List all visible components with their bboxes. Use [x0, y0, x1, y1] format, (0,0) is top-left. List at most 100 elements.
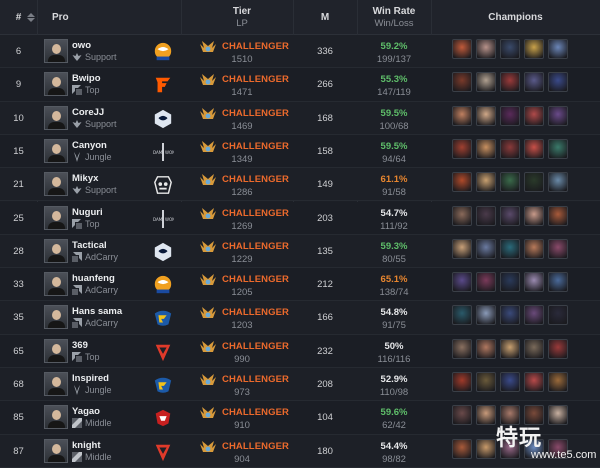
winrate-header[interactable]: Win Rate Win/Loss: [357, 0, 431, 35]
champion-icon[interactable]: [500, 138, 520, 159]
champion-icon[interactable]: [548, 72, 568, 93]
table-row[interactable]: 9 Bwipo Top CHALLENGER 1471 266 55.3% 14…: [0, 68, 600, 102]
champion-icon[interactable]: [476, 72, 496, 93]
champion-icon[interactable]: [452, 305, 472, 326]
champion-icon[interactable]: [548, 39, 568, 59]
champion-icon[interactable]: [452, 138, 472, 159]
champion-icon[interactable]: [500, 305, 520, 326]
champion-icon[interactable]: [548, 272, 568, 293]
champion-icon[interactable]: [524, 205, 544, 226]
champion-icon[interactable]: [452, 72, 472, 93]
avatar[interactable]: [44, 338, 68, 363]
champion-icon[interactable]: [548, 338, 568, 359]
champion-icon[interactable]: [548, 305, 568, 326]
avatar[interactable]: [44, 238, 68, 263]
table-row[interactable]: 21 Mikyx Support CHALLENGER 1286 149 61.…: [0, 168, 600, 202]
champion-icon[interactable]: [476, 138, 496, 159]
g2-logo-icon[interactable]: [152, 174, 174, 196]
table-row[interactable]: 65 369 Top CHALLENGER 990 232 50% 116/11…: [0, 334, 600, 368]
player-name[interactable]: Inspired: [72, 373, 109, 384]
table-row[interactable]: 28 Tactical AdCarry CHALLENGER 1229 135 …: [0, 234, 600, 269]
champion-icon[interactable]: [452, 238, 472, 259]
champion-icon[interactable]: [524, 272, 544, 293]
sort-icon[interactable]: [27, 13, 35, 22]
champion-icon[interactable]: [452, 338, 472, 359]
champion-icon[interactable]: [548, 138, 568, 159]
tes-logo-icon[interactable]: [152, 341, 174, 363]
player-name[interactable]: 369: [72, 340, 88, 351]
avatar[interactable]: [44, 372, 68, 396]
champion-icon[interactable]: [500, 205, 520, 226]
champion-icon[interactable]: [452, 205, 472, 226]
champion-icon[interactable]: [548, 205, 568, 226]
player-name[interactable]: owo: [72, 40, 91, 51]
champion-icon[interactable]: [476, 238, 496, 259]
champion-icon[interactable]: [500, 238, 520, 259]
avatar[interactable]: [44, 105, 68, 130]
champion-icon[interactable]: [524, 372, 544, 392]
avatar[interactable]: [44, 172, 68, 197]
champion-icon[interactable]: [500, 105, 520, 126]
table-row[interactable]: 35 Hans sama AdCarry CHALLENGER 1203 166…: [0, 301, 600, 335]
liquid-logo-icon[interactable]: [152, 241, 174, 263]
matches-header[interactable]: M: [293, 0, 357, 35]
rogue-logo-icon[interactable]: [152, 374, 174, 396]
player-name[interactable]: Tactical: [72, 240, 107, 251]
champion-icon[interactable]: [548, 172, 568, 193]
pro-header[interactable]: Pro: [52, 0, 72, 35]
champion-icon[interactable]: [476, 305, 496, 326]
suning-logo-icon[interactable]: [152, 274, 174, 296]
table-row[interactable]: 6 owo Support CHALLENGER 1510 336 59.2% …: [0, 35, 600, 69]
table-row[interactable]: 15 Canyon Jungle DAM WON CHALLENGER 1349 …: [0, 134, 600, 169]
champion-icon[interactable]: [476, 338, 496, 359]
damwon-logo-icon[interactable]: DAM WON: [152, 208, 174, 230]
champion-icon[interactable]: [452, 372, 472, 392]
avatar[interactable]: [44, 305, 68, 330]
champion-icon[interactable]: [476, 405, 496, 426]
champion-icon[interactable]: [500, 272, 520, 293]
champion-icon[interactable]: [524, 72, 544, 93]
player-name[interactable]: Nuguri: [72, 207, 103, 218]
champion-icon[interactable]: [500, 372, 520, 392]
table-row[interactable]: 10 CoreJJ Support CHALLENGER 1469 168 59…: [0, 101, 600, 135]
avatar[interactable]: [44, 205, 68, 230]
rogue-logo-icon[interactable]: [152, 307, 174, 329]
champion-icon[interactable]: [524, 138, 544, 159]
table-row[interactable]: 33 huanfeng AdCarry CHALLENGER 1205 212 …: [0, 268, 600, 302]
table-row[interactable]: 68 Inspired Jungle CHALLENGER 973 208 52…: [0, 368, 600, 402]
champion-icon[interactable]: [476, 105, 496, 126]
player-name[interactable]: Mikyx: [72, 173, 98, 184]
champion-icon[interactable]: [452, 272, 472, 293]
jdg-logo-icon[interactable]: [152, 407, 174, 429]
tes-logo-icon[interactable]: [152, 441, 174, 463]
champion-icon[interactable]: [452, 105, 472, 126]
player-name[interactable]: knight: [72, 440, 101, 451]
champion-icon[interactable]: [476, 438, 496, 459]
player-name[interactable]: Canyon: [72, 140, 107, 151]
champion-icon[interactable]: [524, 338, 544, 359]
player-name[interactable]: Bwipo: [72, 73, 101, 84]
player-name[interactable]: huanfeng: [72, 273, 115, 284]
avatar[interactable]: [44, 138, 68, 163]
suning-logo-icon[interactable]: [152, 41, 174, 63]
liquid-logo-icon[interactable]: [152, 108, 174, 130]
fnatic-logo-icon[interactable]: [152, 74, 174, 96]
table-row[interactable]: 25 Nuguri Top DAM WON CHALLENGER 1269 203…: [0, 201, 600, 235]
champion-icon[interactable]: [500, 338, 520, 359]
champion-icon[interactable]: [452, 39, 472, 59]
damwon-logo-icon[interactable]: DAM WON: [152, 141, 174, 163]
champion-icon[interactable]: [524, 39, 544, 59]
champion-icon[interactable]: [452, 438, 472, 459]
player-name[interactable]: CoreJJ: [72, 107, 104, 118]
champion-icon[interactable]: [524, 305, 544, 326]
champion-icon[interactable]: [476, 39, 496, 59]
player-name[interactable]: Yagao: [72, 406, 100, 417]
avatar[interactable]: [44, 72, 68, 97]
avatar[interactable]: [44, 405, 68, 430]
champion-icon[interactable]: [524, 238, 544, 259]
champion-icon[interactable]: [452, 405, 472, 426]
player-name[interactable]: Hans sama: [72, 306, 122, 317]
champion-icon[interactable]: [476, 172, 496, 193]
avatar[interactable]: [44, 39, 68, 63]
champion-icon[interactable]: [548, 105, 568, 126]
